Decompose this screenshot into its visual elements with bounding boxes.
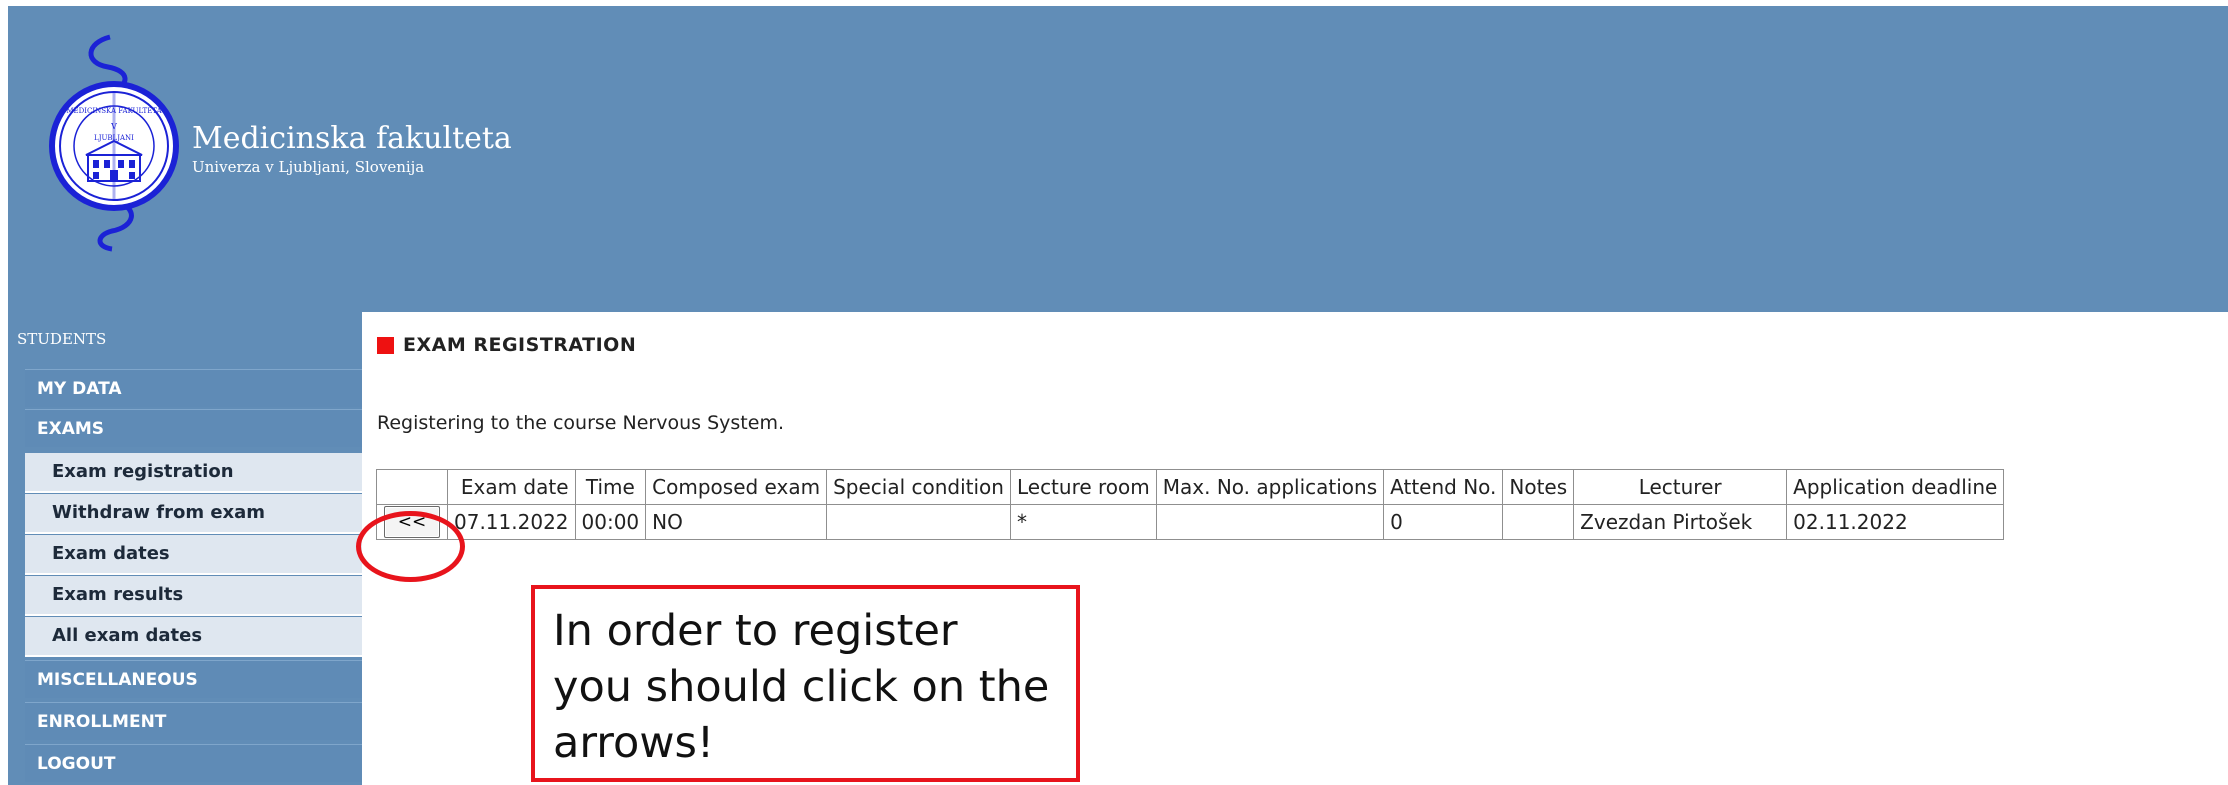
cell-exam-date: 07.11.2022 <box>447 504 576 540</box>
site-header: MEDICINSKA FAKULTETA V LJUBLJANI Medicin… <box>8 6 2228 312</box>
callout-line: In order to register <box>553 606 958 656</box>
page-title: EXAM REGISTRATION <box>377 332 636 358</box>
faculty-name: Medicinska fakulteta <box>192 121 512 156</box>
action-cell: << <box>376 504 448 540</box>
cell-max-applications <box>1155 504 1385 540</box>
instruction-callout: In order to register you should click on… <box>531 585 1080 782</box>
header-max-applications: Max. No. applications <box>1155 469 1385 505</box>
cell-lecturer: Zvezdan Pirtošek <box>1573 504 1788 540</box>
header-composed-exam: Composed exam <box>645 469 828 505</box>
university-name: Univerza v Ljubljani, Slovenija <box>192 158 425 176</box>
cell-notes <box>1502 504 1575 540</box>
callout-line: you should click on the <box>553 662 1050 712</box>
cell-attend-no: 0 <box>1383 504 1504 540</box>
exam-table: Exam date Time Composed exam Special con… <box>376 469 2005 540</box>
course-intro: Registering to the course Nervous System… <box>377 412 784 434</box>
cell-lecture-room: * <box>1009 504 1157 540</box>
header-action <box>376 469 448 505</box>
cell-application-deadline: 02.11.2022 <box>1786 504 2005 540</box>
menu-withdraw-from-exam[interactable]: Withdraw from exam <box>25 494 362 534</box>
header-time: Time <box>574 469 647 505</box>
cell-special-condition <box>826 504 1011 540</box>
menu-enrollment[interactable]: ENROLLMENT <box>25 702 362 740</box>
header-exam-date: Exam date <box>447 469 576 505</box>
sidebar-heading: STUDENTS <box>17 330 107 348</box>
menu-miscellaneous[interactable]: MISCELLANEOUS <box>25 660 362 698</box>
header-lecturer: Lecturer <box>1573 469 1788 505</box>
menu-my-data[interactable]: MY DATA <box>25 369 362 407</box>
menu-exams[interactable]: EXAMS <box>25 409 362 447</box>
header-notes: Notes <box>1502 469 1575 505</box>
table-header-row: Exam date Time Composed exam Special con… <box>376 469 2005 505</box>
table-row: << 07.11.2022 00:00 NO * 0 Zvezdan Pirto… <box>376 504 2005 540</box>
menu-all-exam-dates[interactable]: All exam dates <box>25 617 362 657</box>
menu-exam-results[interactable]: Exam results <box>25 576 362 616</box>
header-attend-no: Attend No. <box>1383 469 1504 505</box>
cell-composed-exam: NO <box>645 504 828 540</box>
header-special-condition: Special condition <box>826 469 1011 505</box>
title-marker-icon <box>377 336 394 354</box>
menu-exam-dates[interactable]: Exam dates <box>25 535 362 575</box>
header-application-deadline: Application deadline <box>1786 469 2005 505</box>
faculty-seal-caduceus-icon: MEDICINSKA FAKULTETA V LJUBLJANI <box>49 34 179 252</box>
menu-exam-registration[interactable]: Exam registration <box>25 453 362 493</box>
callout-line: arrows! <box>553 718 715 768</box>
cell-time: 00:00 <box>574 504 647 540</box>
header-lecture-room: Lecture room <box>1009 469 1157 505</box>
register-arrows-button[interactable]: << <box>384 506 440 538</box>
page-title-text: EXAM REGISTRATION <box>403 334 637 356</box>
menu-logout[interactable]: LOGOUT <box>25 744 362 782</box>
